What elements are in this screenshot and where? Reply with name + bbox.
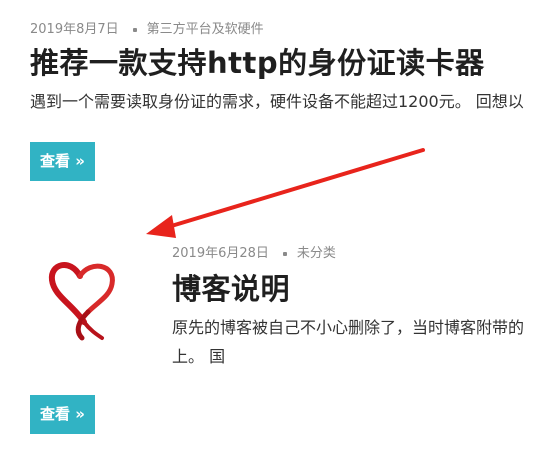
post-1-read-more-button[interactable]: 查看 »: [30, 142, 95, 181]
meta-separator: [282, 251, 287, 256]
post-2-excerpt-line-2: 上。 国: [172, 347, 226, 366]
post-1-title[interactable]: 推荐一款支持http的身份证读卡器: [30, 40, 485, 82]
post-2-read-more-button[interactable]: 查看 »: [30, 395, 95, 434]
post-1: 2019年8月7日 第三方平台及软硬件 推荐一款支持http的身份证读卡器 遇到一…: [30, 0, 540, 190]
post-2-date[interactable]: 2019年6月28日: [172, 246, 269, 261]
post-2-excerpt-line-1: 原先的博客被自己不小心删除了，当时博客附带的: [172, 318, 525, 337]
ribbon-heart-icon: [48, 262, 115, 341]
meta-separator: [132, 27, 137, 32]
post-2-thumbnail[interactable]: [40, 246, 130, 341]
post-1-meta: 2019年8月7日 第三方平台及软硬件: [30, 18, 264, 37]
post-2-category[interactable]: 未分类: [297, 246, 336, 261]
post-2-title[interactable]: 博客说明: [172, 266, 290, 308]
post-2-meta: 2019年6月28日 未分类: [172, 242, 336, 261]
post-2: 2019年6月28日 未分类 博客说明 原先的博客被自己不小心删除了，当时博客附带…: [0, 230, 540, 370]
post-1-excerpt: 遇到一个需要读取身份证的需求，硬件设备不能超过1200元。 回想以: [30, 92, 524, 111]
post-1-category[interactable]: 第三方平台及软硬件: [147, 22, 264, 37]
post-1-date[interactable]: 2019年8月7日: [30, 22, 119, 37]
